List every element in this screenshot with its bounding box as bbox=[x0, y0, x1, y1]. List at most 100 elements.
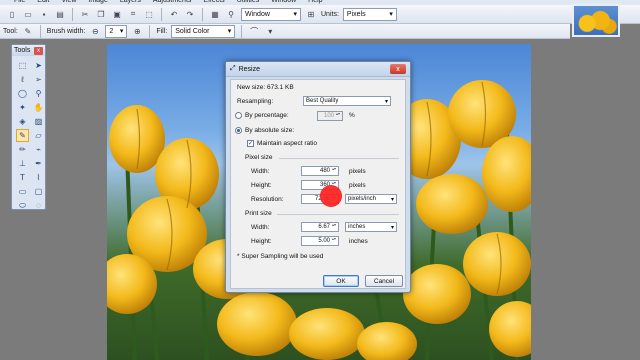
chevron-down-icon: ▾ bbox=[293, 11, 297, 18]
zoom-window-select[interactable]: Window ▾ bbox=[241, 7, 301, 21]
ok-button[interactable]: OK bbox=[323, 275, 359, 287]
toolbar-separator bbox=[202, 7, 203, 21]
tool-label: Tool: bbox=[3, 27, 18, 35]
paste-icon[interactable]: ▣ bbox=[111, 8, 123, 20]
rectangle-select-icon[interactable]: ⬚ bbox=[16, 59, 29, 72]
fill-select[interactable]: Solid Color ▾ bbox=[171, 24, 236, 38]
close-icon[interactable]: x bbox=[390, 64, 406, 74]
rectangle-shape-icon[interactable]: ▭ bbox=[16, 185, 29, 198]
brush-width-select[interactable]: 2 ▾ bbox=[105, 24, 128, 38]
chevron-down-icon: ▾ bbox=[389, 11, 393, 18]
increase-icon[interactable]: ⊕ bbox=[131, 25, 143, 37]
paint-bucket-icon[interactable]: ◈ bbox=[16, 115, 29, 128]
percentage-input[interactable]: 100 bbox=[317, 111, 343, 121]
super-sampling-note: * Super Sampling will be used bbox=[237, 253, 324, 260]
zoom-tool-icon[interactable]: ⚲ bbox=[32, 87, 45, 100]
antialias-icon[interactable]: ⌒ bbox=[248, 25, 260, 37]
print-icon[interactable]: ▤ bbox=[54, 8, 66, 20]
resize-icon: ⤢ bbox=[230, 65, 236, 72]
maintain-aspect-checkbox[interactable]: ✓ bbox=[247, 140, 254, 147]
brush-width-label: Brush width: bbox=[46, 27, 86, 35]
width-value: 480 bbox=[319, 168, 330, 174]
by-absolute-size-option[interactable]: By absolute size: bbox=[235, 127, 294, 134]
open-file-icon[interactable]: ▭ bbox=[22, 8, 34, 20]
clone-stamp-icon[interactable]: ⊥ bbox=[16, 157, 29, 170]
move-selected-icon[interactable]: ➤ bbox=[32, 59, 45, 72]
deselect-icon[interactable]: ⬚ bbox=[143, 8, 155, 20]
crop-icon[interactable]: ⌗ bbox=[127, 8, 139, 20]
move-selection-icon[interactable]: ➢ bbox=[32, 73, 45, 86]
ellipse-shape-icon[interactable]: ⬭ bbox=[16, 199, 29, 212]
save-icon[interactable]: ▪ bbox=[38, 8, 50, 20]
resize-dialog-titlebar[interactable]: ⤢ Resize x bbox=[226, 62, 410, 77]
magic-wand-icon[interactable]: ✦ bbox=[16, 101, 29, 114]
resampling-value: Best Quality bbox=[306, 98, 339, 104]
line-curve-icon[interactable]: ⌇ bbox=[32, 171, 45, 184]
chevron-down-icon: ▾ bbox=[390, 224, 394, 231]
chevron-down-icon: ▾ bbox=[227, 28, 232, 35]
copy-icon[interactable]: ❐ bbox=[95, 8, 107, 20]
lasso-select-icon[interactable]: ℓ bbox=[16, 73, 29, 86]
resampling-select[interactable]: Best Quality ▾ bbox=[303, 96, 391, 106]
freeform-shape-icon[interactable]: ◌ bbox=[32, 199, 45, 212]
cancel-button[interactable]: Cancel bbox=[365, 275, 403, 287]
print-height-value: 5.00 bbox=[318, 238, 330, 244]
by-absolute-size-radio[interactable] bbox=[235, 127, 242, 134]
height-label: Height: bbox=[251, 182, 272, 189]
cut-icon[interactable]: ✂ bbox=[79, 8, 91, 20]
paintbrush-tool-icon[interactable]: ✎ bbox=[16, 129, 29, 142]
gradient-icon[interactable]: ▨ bbox=[32, 115, 45, 128]
resolution-unit-value: pixels/inch bbox=[348, 196, 377, 202]
paintbrush-icon[interactable]: ✎ bbox=[22, 25, 34, 37]
width-input[interactable]: 480 bbox=[301, 166, 339, 176]
recolor-icon[interactable]: ✒ bbox=[32, 157, 45, 170]
image-thumbnail[interactable] bbox=[572, 4, 620, 37]
color-picker-icon[interactable]: ⌁ bbox=[32, 143, 45, 156]
main-toolbar: ▯ ▭ ▪ ▤ ✂ ❐ ▣ ⌗ ⬚ ↶ ↷ ▦ ⚲ Window ▾ ⊞ Uni… bbox=[0, 5, 640, 24]
new-size-text: New size: 673.1 KB bbox=[237, 84, 294, 91]
eraser-icon[interactable]: ▱ bbox=[32, 129, 45, 142]
group-divider bbox=[277, 214, 399, 215]
units-select[interactable]: Pixels ▾ bbox=[342, 7, 397, 21]
units-value: Pixels bbox=[346, 10, 366, 18]
toolbar-separator bbox=[39, 24, 41, 38]
pencil-icon[interactable]: ✏ bbox=[16, 143, 29, 156]
print-height-input[interactable]: 5.00 bbox=[301, 236, 339, 246]
tool-options-toolbar: Tool: ✎ Brush width: ⊖ 2 ▾ ⊕ Fill: Solid… bbox=[0, 24, 570, 39]
chevron-down-icon: ▾ bbox=[390, 196, 394, 203]
new-file-icon[interactable]: ▯ bbox=[6, 8, 18, 20]
resolution-label: Resolution: bbox=[251, 196, 284, 203]
print-width-unit-select[interactable]: inches ▾ bbox=[345, 222, 397, 232]
undo-icon[interactable]: ↶ bbox=[168, 8, 180, 20]
blend-mode-icon[interactable]: ▾ bbox=[264, 25, 276, 37]
close-icon[interactable]: x bbox=[34, 46, 43, 55]
percentage-value: 100 bbox=[323, 113, 334, 119]
toolbar-separator bbox=[72, 7, 73, 21]
height-unit: pixels bbox=[349, 182, 366, 189]
fill-value: Solid Color bbox=[175, 27, 210, 35]
by-percentage-radio[interactable] bbox=[235, 112, 242, 119]
click-highlight-cursor bbox=[320, 185, 342, 207]
width-label: Width: bbox=[251, 168, 270, 175]
zoom-icon[interactable]: ⚲ bbox=[225, 8, 237, 20]
tools-window-title: Tools bbox=[14, 47, 31, 54]
ruler-icon[interactable]: ⊞ bbox=[305, 8, 317, 20]
tools-window-titlebar[interactable]: Tools x bbox=[12, 45, 45, 56]
resolution-unit-select[interactable]: pixels/inch ▾ bbox=[345, 194, 397, 204]
width-unit: pixels bbox=[349, 168, 366, 175]
percent-unit: % bbox=[349, 112, 355, 119]
ellipse-select-icon[interactable]: ◯ bbox=[16, 87, 29, 100]
text-icon[interactable]: T bbox=[16, 171, 29, 184]
rounded-rectangle-icon[interactable]: ▢ bbox=[32, 185, 45, 198]
print-width-input[interactable]: 6.67 bbox=[301, 222, 339, 232]
maintain-aspect-option[interactable]: ✓ Maintain aspect ratio bbox=[247, 140, 317, 147]
chevron-down-icon: ▾ bbox=[384, 98, 388, 105]
decrease-icon[interactable]: ⊖ bbox=[89, 25, 101, 37]
pan-icon[interactable]: ✋ bbox=[32, 101, 45, 114]
redo-icon[interactable]: ↷ bbox=[184, 8, 196, 20]
by-percentage-option[interactable]: By percentage: bbox=[235, 112, 289, 119]
print-height-unit: inches bbox=[349, 238, 368, 245]
grid-icon[interactable]: ▦ bbox=[209, 8, 221, 20]
toolbar-separator bbox=[149, 24, 151, 38]
print-width-label: Width: bbox=[251, 224, 270, 231]
